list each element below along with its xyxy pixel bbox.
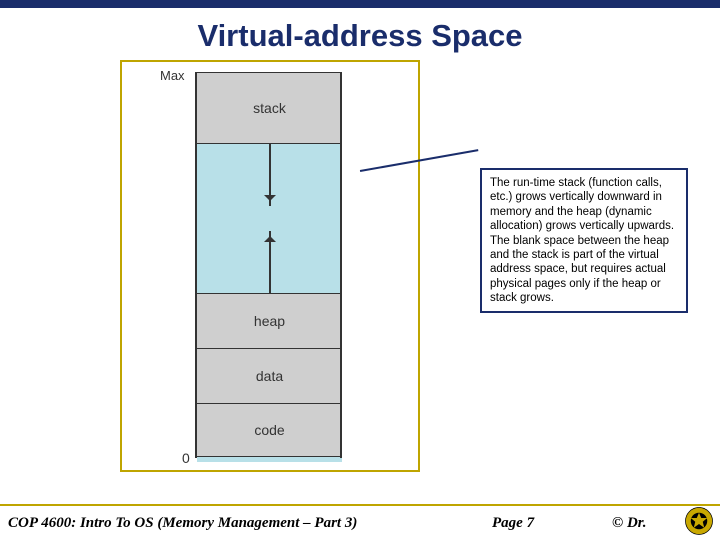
column-border-right	[340, 72, 342, 458]
memory-diagram: Max stack heap data code 0	[120, 60, 420, 472]
ucf-logo-icon	[684, 506, 714, 536]
column-border-left	[195, 72, 197, 458]
footer-page: Page 7	[492, 515, 612, 532]
segment-gap	[197, 144, 342, 294]
footer: COP 4600: Intro To OS (Memory Management…	[0, 504, 720, 540]
segment-heap: heap	[197, 294, 342, 349]
footer-course: COP 4600: Intro To OS (Memory Management…	[8, 515, 492, 532]
label-max: Max	[160, 68, 185, 83]
segment-code: code	[197, 404, 342, 457]
segment-stack: stack	[197, 72, 342, 144]
label-zero: 0	[182, 450, 190, 466]
top-accent-bar	[0, 0, 720, 8]
memory-column: stack heap data code	[197, 72, 342, 462]
arrow-up-icon	[269, 231, 271, 293]
segment-data: data	[197, 349, 342, 404]
callout-box: The run-time stack (function calls, etc.…	[480, 168, 688, 313]
slide-title: Virtual-address Space	[0, 18, 720, 54]
arrow-down-icon	[269, 144, 271, 206]
